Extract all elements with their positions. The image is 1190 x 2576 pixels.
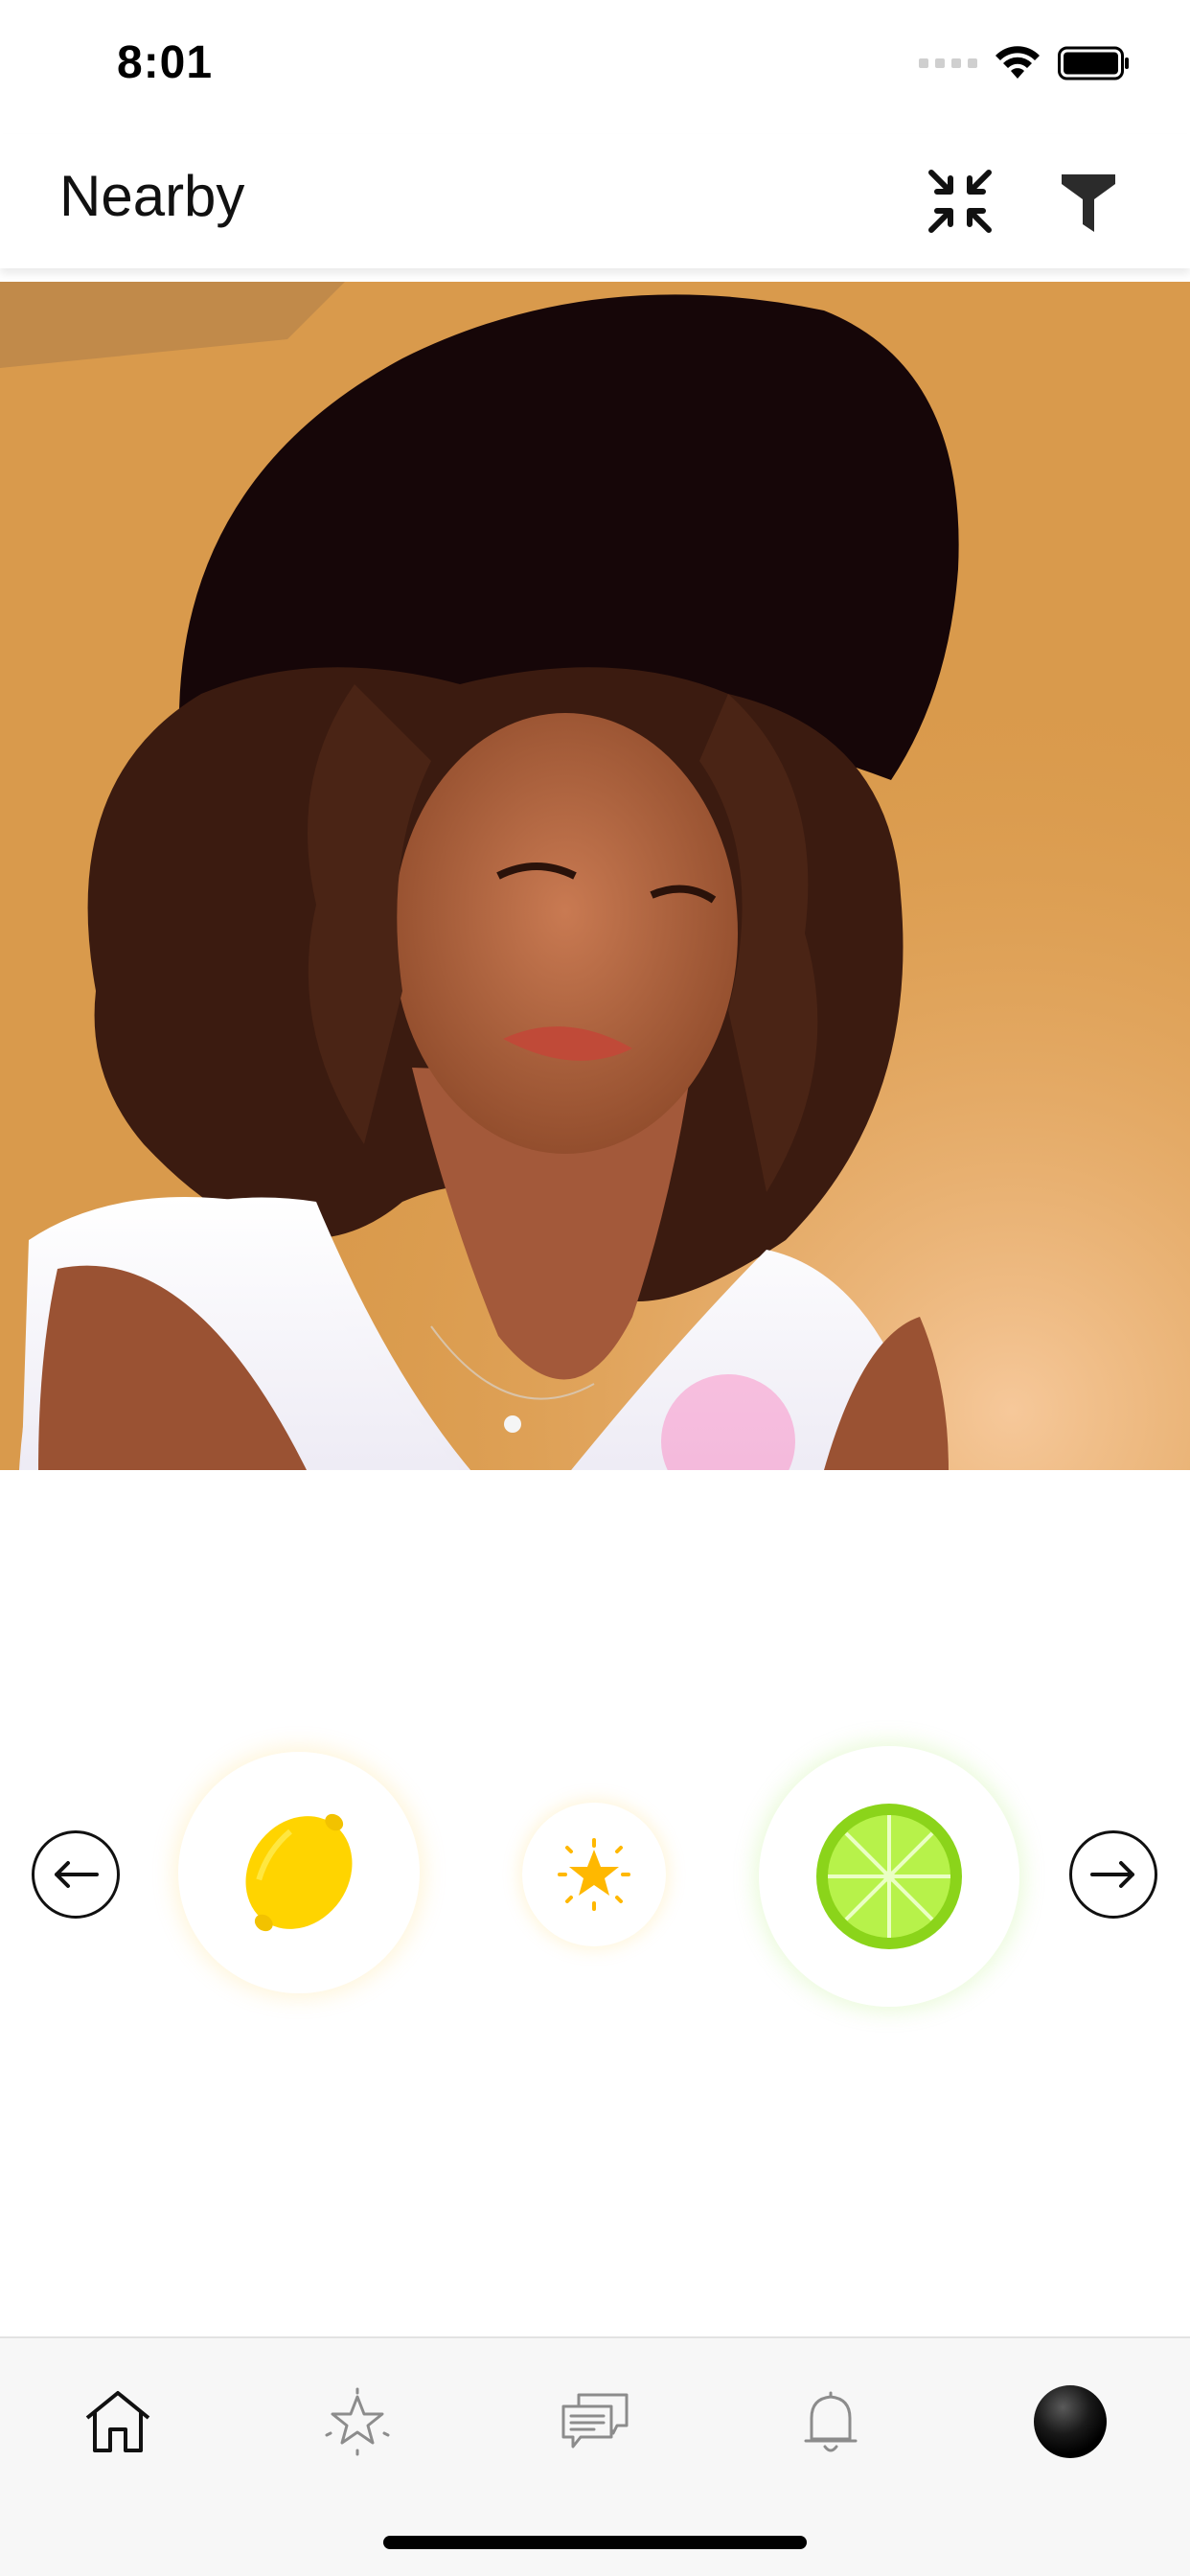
profile-photo[interactable] — [0, 282, 1190, 1470]
status-bar: 8:01 — [0, 0, 1190, 134]
app-header: Nearby — [0, 134, 1190, 268]
lemon-icon — [245, 1813, 353, 1932]
notifications-icon — [804, 2391, 858, 2452]
tab-home[interactable] — [75, 2379, 161, 2465]
previous-button[interactable] — [32, 1830, 120, 1919]
portrait-illustration — [0, 282, 1190, 1470]
lemon-button[interactable] — [178, 1752, 420, 1993]
page-title: Nearby — [59, 164, 245, 228]
star-icon — [558, 1838, 630, 1911]
tab-messages[interactable] — [552, 2379, 638, 2465]
home-indicator — [383, 2536, 807, 2549]
favorites-icon — [325, 2387, 390, 2456]
wifi-icon — [995, 46, 1041, 80]
battery-icon — [1058, 46, 1131, 80]
next-button[interactable] — [1069, 1830, 1157, 1919]
messages-icon — [561, 2393, 629, 2449]
arrow-left-icon — [55, 1861, 99, 1888]
home-icon — [85, 2391, 150, 2452]
tab-profile[interactable] — [1027, 2379, 1113, 2465]
status-time: 8:01 — [117, 37, 214, 88]
arrow-right-icon — [1090, 1861, 1134, 1888]
filter-icon[interactable] — [1060, 167, 1117, 236]
tab-notifications[interactable] — [788, 2379, 874, 2465]
profile-avatar — [1034, 2385, 1107, 2458]
collapse-icon[interactable] — [926, 167, 995, 236]
super-like-button[interactable] — [522, 1803, 666, 1946]
tab-favorites[interactable] — [314, 2379, 400, 2465]
signal-icon — [919, 58, 977, 68]
lime-button[interactable] — [759, 1746, 1019, 2007]
lime-icon — [816, 1804, 962, 1949]
status-icons — [919, 44, 1131, 82]
